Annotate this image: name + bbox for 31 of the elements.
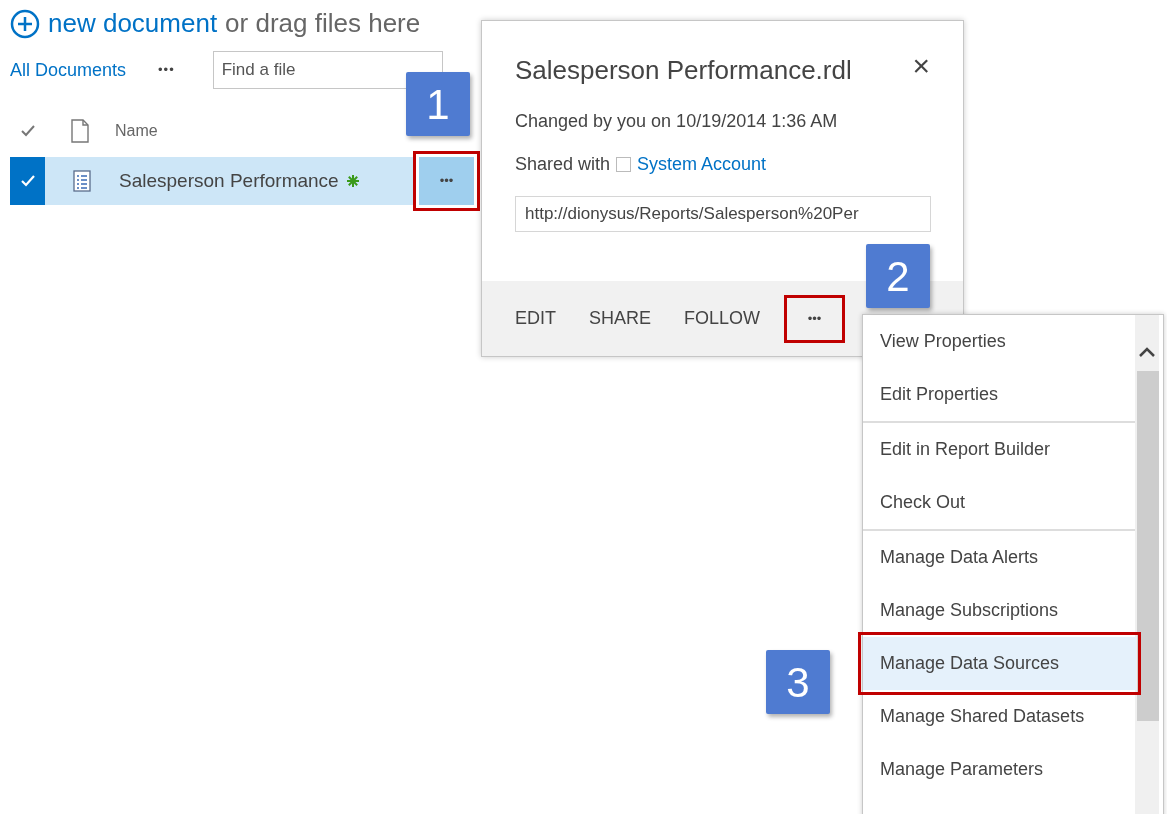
more-button[interactable]: ••• (413, 151, 480, 211)
close-button[interactable]: × (912, 41, 930, 90)
more-button[interactable]: ••• (158, 60, 175, 80)
checkbox-icon[interactable] (19, 174, 36, 188)
document-row[interactable]: Salesperson Performance (10, 157, 413, 205)
view-link[interactable]: All Documents (10, 56, 127, 84)
report-icon (73, 170, 91, 192)
changed-info: Changed by you on 10/19/2014 1:36 AM (515, 110, 839, 133)
action-button[interactable]: SHARE (589, 305, 652, 332)
step-number: 2 (866, 244, 930, 308)
user-link[interactable]: System Account (637, 151, 767, 178)
menu-item[interactable]: View Properties (863, 315, 1136, 368)
url-field[interactable]: http://dionysus/Reports/Salesperson%20Per (515, 196, 931, 232)
search-field[interactable]: Find a file (212, 51, 443, 89)
file-title: Salesperson Performance.rdl (515, 54, 852, 87)
step-number: 3 (766, 650, 830, 714)
action-button[interactable]: EDIT (515, 305, 556, 332)
add-icon[interactable] (10, 8, 40, 39)
more-button[interactable]: ••• (787, 297, 843, 340)
check-icon[interactable] (19, 124, 36, 138)
scroll-up-icon[interactable] (1139, 347, 1155, 357)
action-button[interactable]: FOLLOW (684, 305, 761, 332)
scrollbar[interactable] (1135, 315, 1159, 814)
scroll-thumb[interactable] (1137, 371, 1159, 721)
step-number: 1 (406, 72, 470, 136)
column-header[interactable]: Name (115, 119, 158, 143)
file-name[interactable]: Salesperson Performance (119, 166, 339, 196)
new-document-link[interactable]: new document (48, 4, 218, 43)
shared-label: Shared with (515, 153, 611, 176)
document-icon (70, 119, 90, 143)
drag-files-hint: or drag files here (225, 7, 421, 40)
